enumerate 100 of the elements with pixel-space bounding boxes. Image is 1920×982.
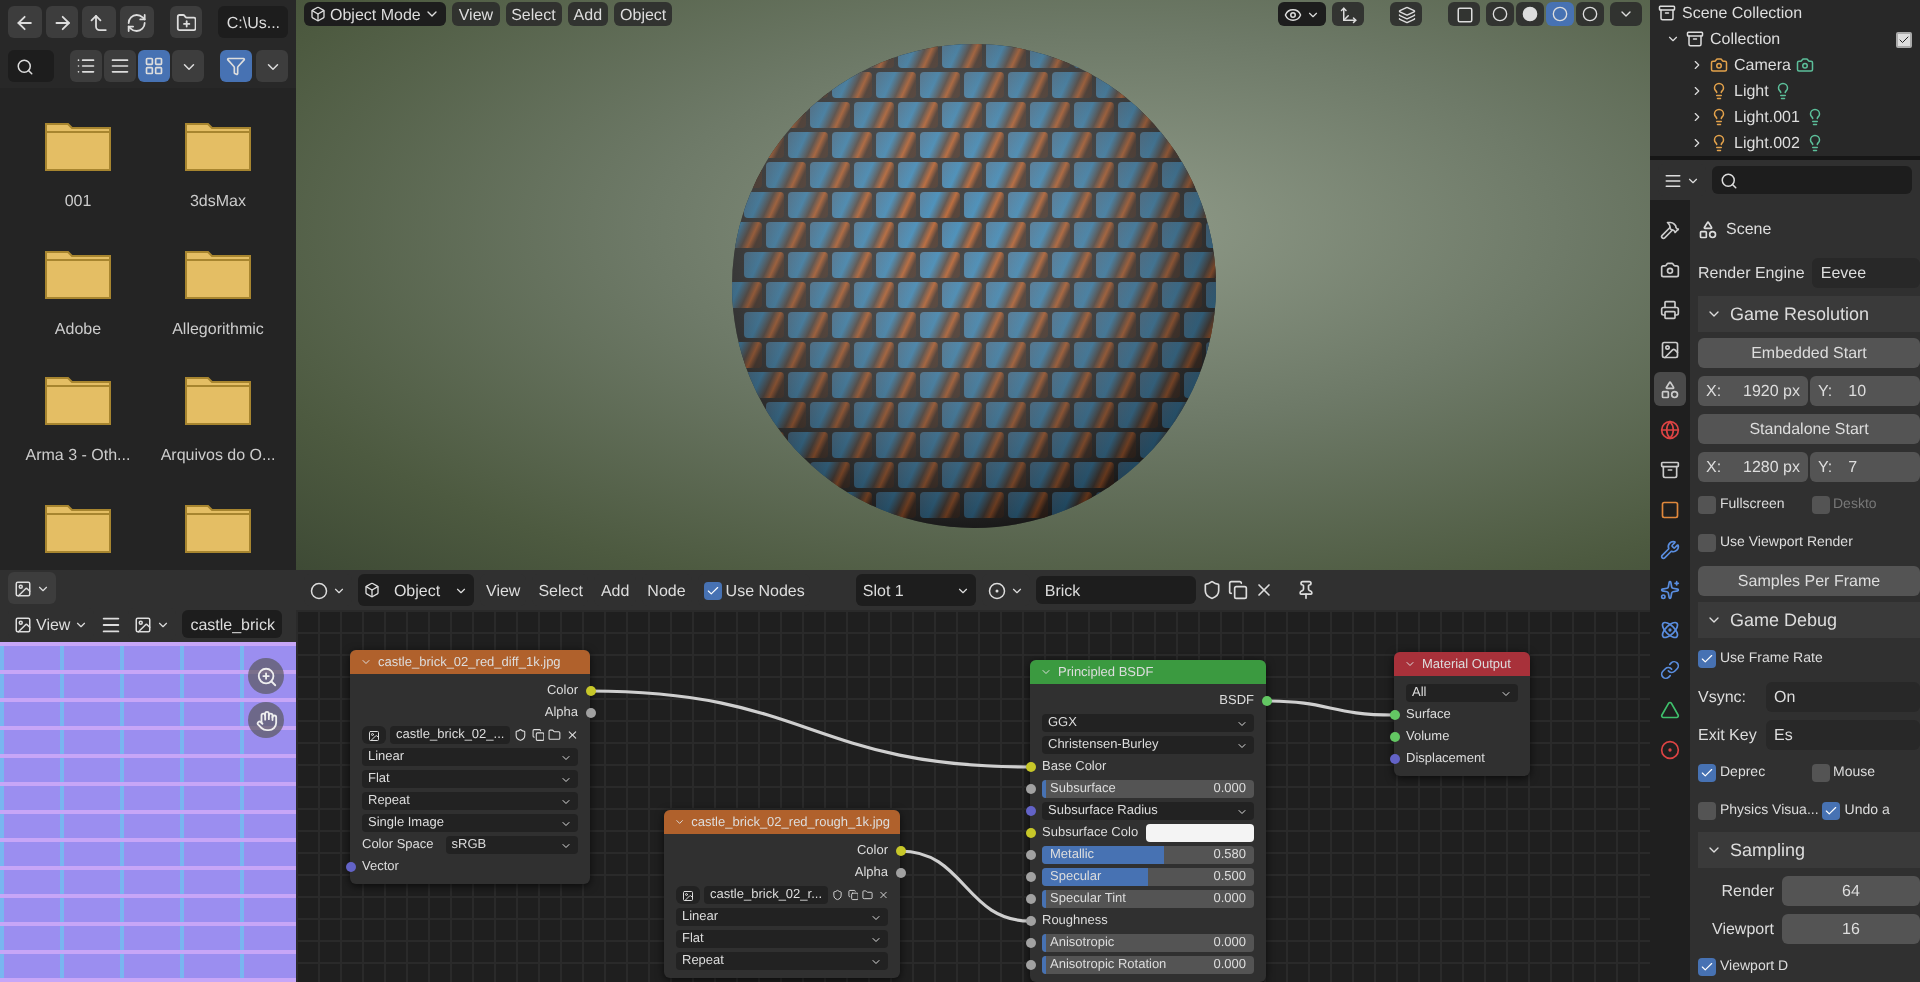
- socket-dot[interactable]: [1389, 732, 1399, 742]
- socket-dot[interactable]: [1389, 754, 1399, 764]
- collapse-icon[interactable]: [674, 816, 686, 828]
- shading-mode-button[interactable]: [1576, 2, 1604, 26]
- number-field[interactable]: X: 1280 px: [1698, 451, 1808, 482]
- panel-header[interactable]: Game Debug: [1698, 602, 1920, 638]
- socket-dot[interactable]: [1025, 806, 1035, 816]
- image-browse-button[interactable]: [676, 886, 700, 904]
- search-field[interactable]: [8, 50, 54, 82]
- shading-mode-button[interactable]: [1486, 2, 1514, 26]
- socket-dot[interactable]: [1025, 916, 1035, 926]
- checkbox[interactable]: [1698, 957, 1716, 976]
- menu-item[interactable]: Add: [567, 2, 609, 26]
- checkbox[interactable]: [1822, 801, 1841, 820]
- outliner-item[interactable]: Light: [1734, 82, 1769, 100]
- socket-dot[interactable]: [895, 868, 905, 878]
- socket-dot[interactable]: [1025, 894, 1035, 904]
- checkbox[interactable]: [1698, 495, 1716, 514]
- render-engine-dropdown[interactable]: Eevee: [1812, 258, 1920, 289]
- editor-type-button[interactable]: [8, 572, 56, 604]
- socket-dot[interactable]: [1389, 710, 1399, 720]
- socket-dot[interactable]: [895, 846, 905, 856]
- checkbox[interactable]: [1896, 31, 1912, 47]
- action-button[interactable]: Standalone Start: [1698, 413, 1920, 444]
- menu-item[interactable]: Object: [614, 2, 673, 26]
- folder-name[interactable]: 001: [64, 192, 92, 210]
- number-field[interactable]: Y: 10: [1810, 376, 1920, 407]
- checkbox[interactable]: [1698, 801, 1716, 820]
- shading-mode-button[interactable]: [1546, 2, 1574, 26]
- socket-dot[interactable]: [1025, 872, 1035, 882]
- socket-dot[interactable]: [585, 686, 595, 696]
- gizmo-button[interactable]: [1332, 2, 1364, 26]
- folder-name[interactable]: 3dsMax: [189, 192, 246, 210]
- menu-item[interactable]: View: [452, 2, 500, 26]
- number-field[interactable]: 64: [1782, 875, 1920, 906]
- outliner-item[interactable]: Scene Collection: [1682, 4, 1803, 22]
- pan-button[interactable]: [248, 702, 284, 738]
- overlay-button[interactable]: [1390, 2, 1422, 26]
- socket-dot[interactable]: [1025, 828, 1035, 838]
- folder-name[interactable]: Allegorithmic: [172, 319, 264, 337]
- copy-icon[interactable]: [1228, 580, 1249, 600]
- shading-mode-button[interactable]: [1516, 2, 1544, 26]
- refresh-button[interactable]: [120, 6, 154, 38]
- display-mode-button[interactable]: [138, 50, 170, 82]
- outliner-item[interactable]: Camera: [1734, 56, 1791, 74]
- copy-icon[interactable]: [847, 888, 859, 902]
- panel-header[interactable]: Game Resolution: [1698, 295, 1920, 332]
- xray-button[interactable]: [1448, 2, 1480, 26]
- panel-header[interactable]: Sampling: [1698, 832, 1920, 869]
- image-name-field[interactable]: castle_brick: [182, 610, 283, 638]
- folder-icon[interactable]: [862, 888, 874, 902]
- socket-dot[interactable]: [1025, 938, 1035, 948]
- pin-icon[interactable]: [1296, 580, 1317, 600]
- search-field[interactable]: [1712, 166, 1912, 194]
- action-button[interactable]: Samples Per Frame: [1698, 565, 1920, 596]
- checkbox[interactable]: [1698, 533, 1716, 552]
- outliner-item[interactable]: Light.001: [1734, 108, 1800, 126]
- folder-name[interactable]: Arquivos do O...: [160, 446, 276, 464]
- socket-dot[interactable]: [1025, 762, 1035, 772]
- display-mode-button[interactable]: [70, 50, 102, 82]
- visibility-button[interactable]: [1278, 2, 1326, 26]
- slot-dropdown[interactable]: Slot 1: [856, 574, 977, 606]
- material-name-field[interactable]: Brick: [1036, 576, 1197, 604]
- checkbox[interactable]: [1698, 764, 1716, 783]
- socket-dot[interactable]: [345, 862, 355, 872]
- socket-dot[interactable]: [1025, 850, 1035, 860]
- socket-dot[interactable]: [1025, 784, 1035, 794]
- select-field[interactable]: Es: [1766, 720, 1920, 751]
- checkbox[interactable]: [1811, 764, 1829, 783]
- object-type-dropdown[interactable]: Object: [358, 574, 474, 606]
- image-browse-button[interactable]: [362, 726, 386, 744]
- shield-icon[interactable]: [832, 888, 844, 902]
- shield-icon[interactable]: [1202, 580, 1223, 600]
- socket-dot[interactable]: [1261, 696, 1271, 706]
- forward-button[interactable]: [45, 6, 79, 38]
- properties-tab[interactable]: [1654, 372, 1686, 406]
- folder-name[interactable]: Arma 3 - Oth...: [25, 446, 131, 464]
- display-mode-button[interactable]: [104, 50, 136, 82]
- outliner-item[interactable]: Collection: [1710, 30, 1781, 48]
- menu-icon[interactable]: [100, 613, 123, 635]
- number-field[interactable]: X: 1920 px: [1698, 376, 1808, 407]
- socket-dot[interactable]: [585, 708, 595, 718]
- select-field[interactable]: On: [1766, 682, 1920, 713]
- checkbox[interactable]: [1698, 650, 1716, 669]
- mode-dropdown[interactable]: Object Mode: [304, 2, 447, 26]
- color-swatch[interactable]: [1146, 824, 1254, 842]
- folder-icon[interactable]: [548, 728, 562, 742]
- number-field[interactable]: 16: [1782, 913, 1920, 944]
- close-icon[interactable]: [1254, 580, 1275, 600]
- parent-directory-button[interactable]: [82, 6, 117, 38]
- path-field[interactable]: C:\Us...: [218, 6, 289, 38]
- menu-item[interactable]: Select: [505, 2, 562, 26]
- checkbox[interactable]: [703, 581, 722, 599]
- back-button[interactable]: [8, 6, 42, 38]
- close-icon[interactable]: [565, 728, 579, 742]
- action-button[interactable]: Embedded Start: [1698, 338, 1920, 369]
- socket-dot[interactable]: [1025, 960, 1035, 970]
- zoom-button[interactable]: [248, 658, 284, 694]
- shield-icon[interactable]: [514, 728, 528, 742]
- shader-node[interactable]: [1030, 660, 1266, 982]
